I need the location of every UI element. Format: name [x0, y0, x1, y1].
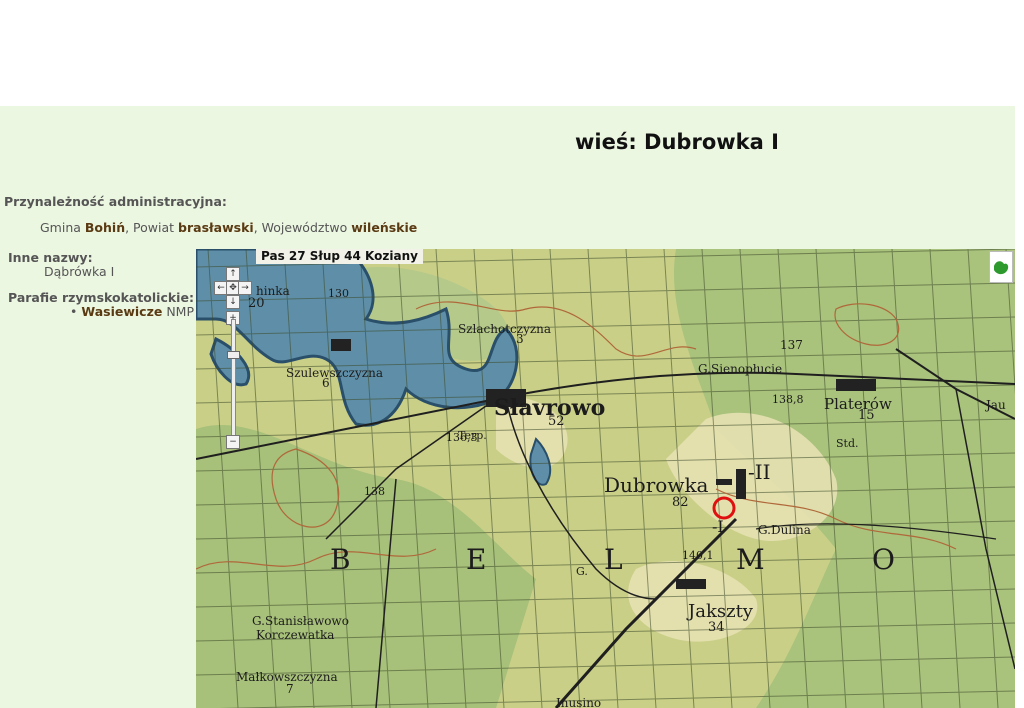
- map-zoom-control: ↑ ← ✥ → ↓ + −: [214, 267, 254, 452]
- map-place-label: 136,3: [446, 431, 478, 444]
- powiat-prefix: , Powiat: [125, 220, 175, 235]
- map-place-label: 52: [548, 414, 565, 429]
- map-place-label: 138: [364, 485, 385, 498]
- powiat-link[interactable]: brasławski: [178, 220, 254, 235]
- map-place-label: G.: [576, 565, 588, 578]
- parish-item: • Wasiewicze NMP: [70, 304, 194, 319]
- map-place-label: 140,1: [682, 549, 714, 562]
- map-place-label: Std.: [836, 437, 859, 450]
- wojewodztwo-link[interactable]: wileńskie: [351, 220, 417, 235]
- map-place-label: Jau: [984, 398, 1006, 412]
- topographic-map[interactable]: Słavrowo52Dubrowka82-II-IPlaterów15Jaksz…: [196, 249, 1015, 708]
- other-names-heading: Inne nazwy:: [8, 250, 93, 265]
- overview-map-icon[interactable]: [989, 251, 1013, 283]
- map-place-label: 15: [858, 408, 875, 423]
- map-place-label: Szulewszczyzna: [286, 366, 383, 380]
- map-place-label: G.Dulina: [758, 523, 811, 537]
- grid-line: [549, 249, 581, 708]
- map-place-label: -I: [712, 517, 724, 536]
- zoom-slider-thumb[interactable]: [227, 351, 240, 359]
- gmina-link[interactable]: Bohiń: [85, 220, 125, 235]
- zoom-out-icon[interactable]: −: [226, 435, 240, 449]
- pan-down-icon[interactable]: ↓: [226, 295, 240, 309]
- map-place-label: -II: [748, 460, 771, 484]
- map-place-label: Szlachotczyzna: [458, 322, 551, 336]
- map-place-label: Jakszty: [686, 601, 754, 622]
- map-place-label: 7: [286, 682, 294, 696]
- map-place-label: E: [466, 543, 486, 576]
- map-place-label: 34: [708, 620, 725, 635]
- admin-heading: Przynależność administracyjna:: [4, 194, 227, 209]
- map-place-label: B: [330, 543, 351, 576]
- wojewodztwo-prefix: , Województwo: [253, 220, 348, 235]
- map-sheet-label: Pas 27 Słup 44 Koziany: [256, 249, 423, 264]
- map-place-label: 137: [780, 338, 803, 352]
- map-place-label: hinka: [256, 284, 290, 298]
- map-viewer[interactable]: Słavrowo 52 Dubrowka 82 -II -I Platerów 15 Jaksz…: [196, 249, 1015, 708]
- map-place-label: Inusino: [556, 696, 601, 708]
- map-place-label: Korczewatka: [256, 628, 334, 642]
- parishes-heading: Parafie rzymskokatolickie:: [8, 290, 194, 305]
- map-place-label: 82: [672, 495, 689, 510]
- admin-line: Gmina Bohiń, Powiat brasławski, Wojewódz…: [40, 220, 417, 235]
- map-place-label: M: [736, 543, 765, 576]
- map-place-label: 3: [516, 332, 524, 346]
- gmina-prefix: Gmina: [40, 220, 81, 235]
- pan-up-icon[interactable]: ↑: [226, 267, 240, 281]
- zoom-slider-track[interactable]: [231, 319, 236, 441]
- clearings: [496, 397, 838, 642]
- map-place-label: G.Sienopłucie: [698, 362, 782, 376]
- bullet: •: [70, 304, 78, 319]
- parish-link[interactable]: Wasiewicze: [81, 304, 162, 319]
- map-place-label: 138,8: [772, 393, 804, 406]
- pan-right-icon[interactable]: →: [238, 281, 252, 295]
- map-place-label: 6: [322, 376, 330, 390]
- page-title: wieś: Dubrowka I: [575, 130, 779, 154]
- parish-suffix: NMP: [166, 304, 195, 319]
- map-place-label: 130: [328, 287, 349, 300]
- map-place-label: G.Stanisławowo: [252, 614, 349, 628]
- map-place-label: Dubrowka: [604, 473, 709, 497]
- map-place-label: O: [872, 543, 895, 576]
- map-place-label: L: [604, 543, 623, 576]
- other-name-value: Dąbrówka I: [44, 264, 115, 279]
